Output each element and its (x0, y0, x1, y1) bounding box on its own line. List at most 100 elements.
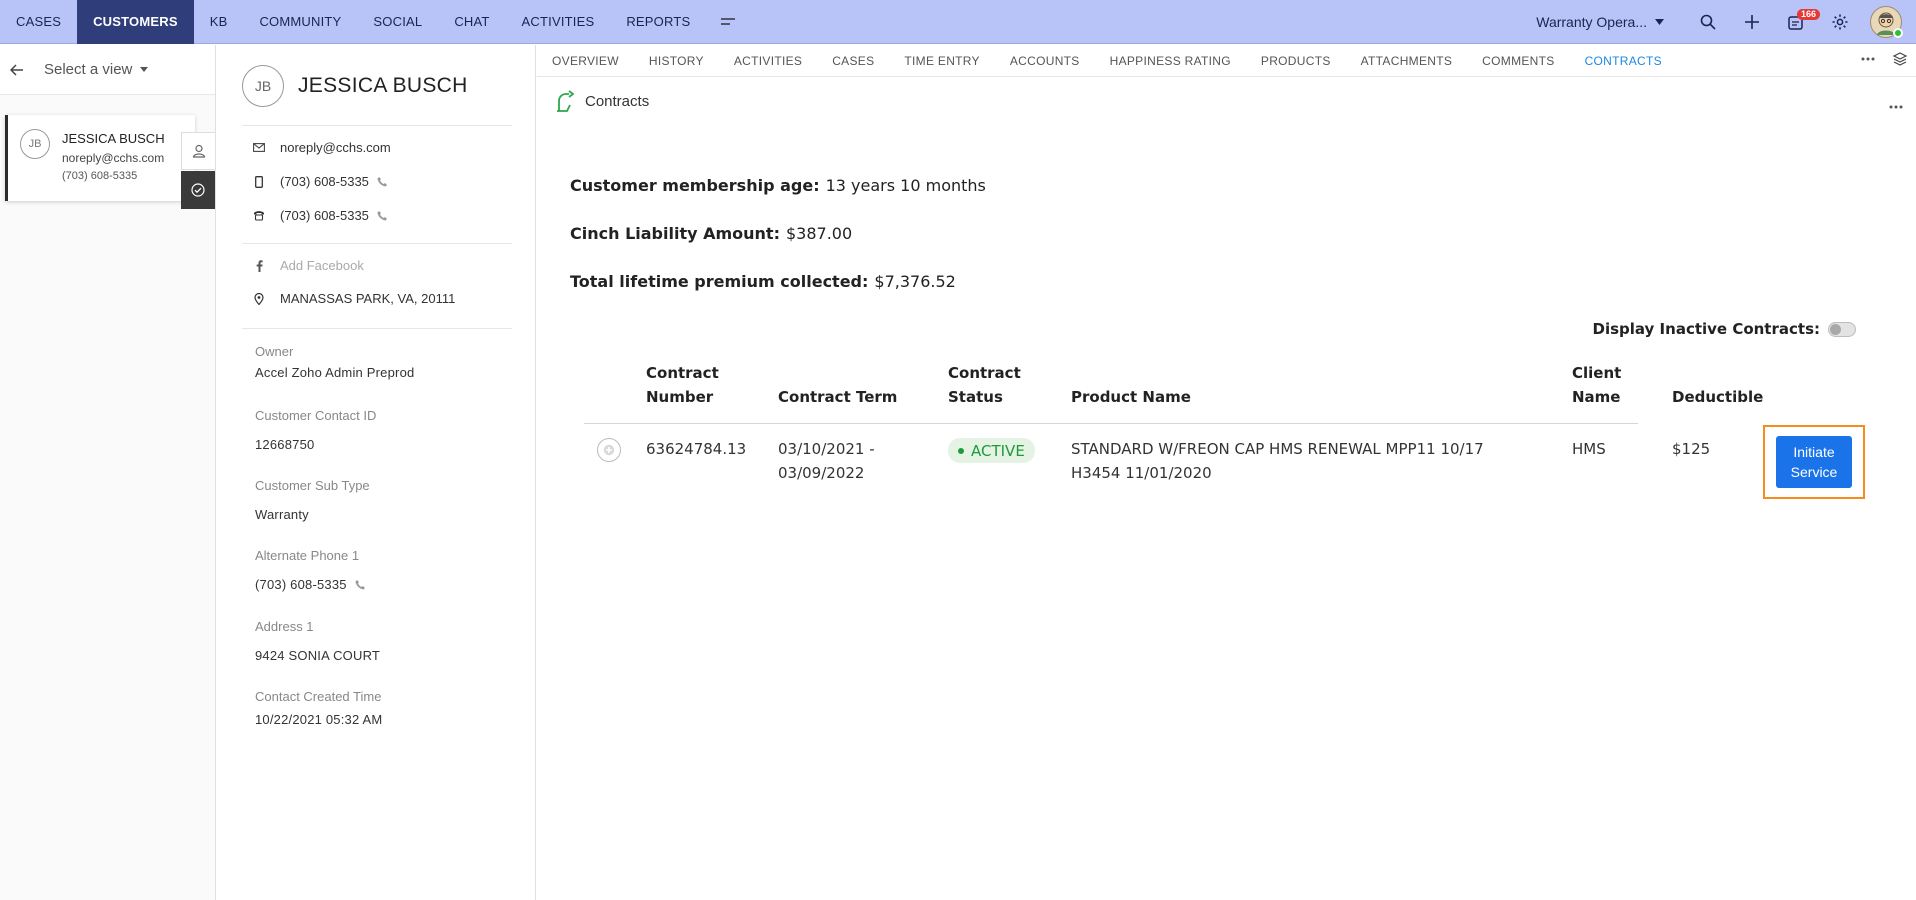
search-icon[interactable] (1686, 0, 1730, 44)
created-time-value: 10/22/2021 05:32 AM (255, 712, 383, 727)
address-value: 9424 SONIA COURT (255, 648, 381, 663)
owner-label: Owner (255, 344, 294, 359)
add-facebook-link[interactable]: Add Facebook (280, 258, 364, 273)
contract-term-cell: 03/10/2021 - 03/09/2022 (778, 440, 875, 482)
liability-amount-label: Cinch Liability Amount: (570, 224, 780, 243)
topbar-actions: Warranty Opera... 166 (1536, 0, 1916, 44)
contact-mobile[interactable]: (703) 608-5335 (280, 174, 369, 189)
notification-badge: 166 (1797, 9, 1821, 20)
customer-card-details: JESSICA BUSCH noreply@cchs.com (703) 608… (62, 129, 165, 201)
view-selector-bar: Select a view (0, 45, 215, 95)
contracts-module-header: Contracts (555, 89, 649, 113)
divider (242, 328, 512, 329)
subtab-history[interactable]: HISTORY (634, 45, 719, 77)
department-selector[interactable]: Warranty Opera... (1536, 14, 1664, 30)
col-contract-status: Contract Status (948, 364, 1021, 406)
subtab-cases[interactable]: CASES (817, 45, 889, 77)
notifications-icon[interactable]: 166 (1774, 0, 1821, 44)
inactive-contracts-toggle[interactable] (1828, 321, 1856, 337)
location-pin-icon (252, 292, 266, 305)
subtab-time-entry[interactable]: TIME ENTRY (889, 45, 994, 77)
created-time-label: Contact Created Time (255, 689, 382, 704)
subtab-products[interactable]: PRODUCTS (1246, 45, 1346, 77)
online-status-indicator (1893, 28, 1903, 38)
contact-location: MANASSAS PARK, VA, 20111 (280, 291, 456, 306)
add-icon[interactable] (1730, 0, 1774, 44)
sub-type-label: Customer Sub Type (255, 478, 370, 493)
contact-phone[interactable]: (703) 608-5335 (280, 208, 369, 223)
subtab-activities[interactable]: ACTIVITIES (719, 45, 817, 77)
check-circle-icon[interactable] (181, 171, 215, 209)
call-phone-icon[interactable] (377, 210, 388, 221)
col-product-name: Product Name (1071, 388, 1191, 406)
module-more-options-icon[interactable] (1888, 97, 1904, 115)
view-selector-label: Select a view (44, 61, 133, 78)
inactive-contracts-label: Display Inactive Contracts: (1592, 320, 1821, 338)
alt-phone-value[interactable]: (703) 608-5335 (255, 577, 347, 592)
toggle-knob (1830, 323, 1841, 335)
sub-type-value: Warranty (255, 507, 309, 522)
record-subtabs: OVERVIEW HISTORY ACTIVITIES CASES TIME E… (537, 45, 1916, 77)
tab-community[interactable]: COMMUNITY (243, 0, 357, 44)
mail-icon (252, 143, 266, 152)
facebook-row: Add Facebook (252, 258, 364, 273)
user-avatar[interactable] (1870, 6, 1903, 38)
subtab-contracts[interactable]: CONTRACTS (1570, 45, 1677, 77)
contact-phone-row: (703) 608-5335 (252, 208, 388, 223)
contact-email[interactable]: noreply@cchs.com (280, 140, 391, 155)
subtab-comments[interactable]: COMMENTS (1467, 45, 1569, 77)
contact-avatar: JB (242, 65, 284, 107)
back-arrow-icon[interactable] (10, 63, 28, 76)
expand-row-icon[interactable] (597, 438, 621, 462)
call-phone-icon[interactable] (377, 176, 388, 187)
initiate-service-button[interactable]: Initiate Service (1776, 436, 1852, 488)
tab-customers[interactable]: CUSTOMERS (77, 0, 194, 44)
tab-social[interactable]: SOCIAL (357, 0, 438, 44)
customer-avatar: JB (20, 129, 50, 159)
contract-number-cell: 63624784.13 (646, 440, 747, 458)
liability-amount: Cinch Liability Amount: $387.00 (570, 224, 852, 243)
more-tabs-icon[interactable] (706, 0, 750, 44)
initiate-service-highlight: Initiate Service (1763, 425, 1865, 499)
tab-chat[interactable]: CHAT (438, 0, 505, 44)
owner-value[interactable]: Accel Zoho Admin Preprod (255, 365, 414, 380)
deductible-cell: $125 (1672, 440, 1711, 458)
caret-down-icon (140, 67, 149, 72)
tab-cases[interactable]: CASES (0, 0, 77, 44)
col-contract-term: Contract Term (778, 388, 898, 406)
col-contract-number: Contract Number (646, 364, 719, 406)
address-label: Address 1 (255, 619, 314, 634)
liability-amount-value: $387.00 (785, 224, 853, 243)
lifetime-premium-value: $7,376.52 (874, 272, 956, 291)
tab-kb[interactable]: KB (194, 0, 244, 44)
alt-phone-row: (703) 608-5335 (255, 577, 366, 592)
more-options-icon[interactable] (1860, 51, 1876, 72)
mobile-phone-icon (252, 175, 266, 188)
settings-gear-icon[interactable] (1818, 0, 1862, 44)
layers-icon[interactable] (1892, 51, 1908, 72)
customer-list-item[interactable]: JB JESSICA BUSCH noreply@cchs.com (703) … (5, 115, 195, 201)
client-name-cell: HMS (1572, 440, 1606, 458)
contact-email-row: noreply@cchs.com (252, 140, 391, 155)
call-phone-icon[interactable] (355, 579, 366, 590)
contact-info-icon[interactable] (181, 132, 215, 170)
col-client-name: Client Name (1572, 364, 1622, 406)
product-name-cell: STANDARD W/FREON CAP HMS RENEWAL MPP11 1… (1071, 440, 1484, 482)
customer-card-phone: (703) 608-5335 (62, 170, 138, 182)
caret-down-icon (1655, 19, 1664, 25)
contact-detail-panel: JB JESSICA BUSCH noreply@cchs.com (703) … (217, 45, 536, 900)
subtab-accounts[interactable]: ACCOUNTS (995, 45, 1095, 77)
subtab-happiness-rating[interactable]: HAPPINESS RATING (1095, 45, 1246, 77)
contract-status-text: ACTIVE (971, 441, 1025, 460)
membership-age-value: 13 years 10 months (825, 176, 986, 195)
table-header-divider (584, 423, 1638, 424)
contact-id-value: 12668750 (255, 437, 315, 452)
subtab-attachments[interactable]: ATTACHMENTS (1346, 45, 1468, 77)
tab-activities[interactable]: ACTIVITIES (506, 0, 611, 44)
status-dot (958, 447, 964, 454)
alt-phone-label: Alternate Phone 1 (255, 548, 360, 563)
view-selector-dropdown[interactable]: Select a view (44, 61, 149, 78)
subtab-overview[interactable]: OVERVIEW (537, 45, 634, 77)
customer-card-email: noreply@cchs.com (62, 151, 165, 165)
tab-reports[interactable]: REPORTS (610, 0, 706, 44)
